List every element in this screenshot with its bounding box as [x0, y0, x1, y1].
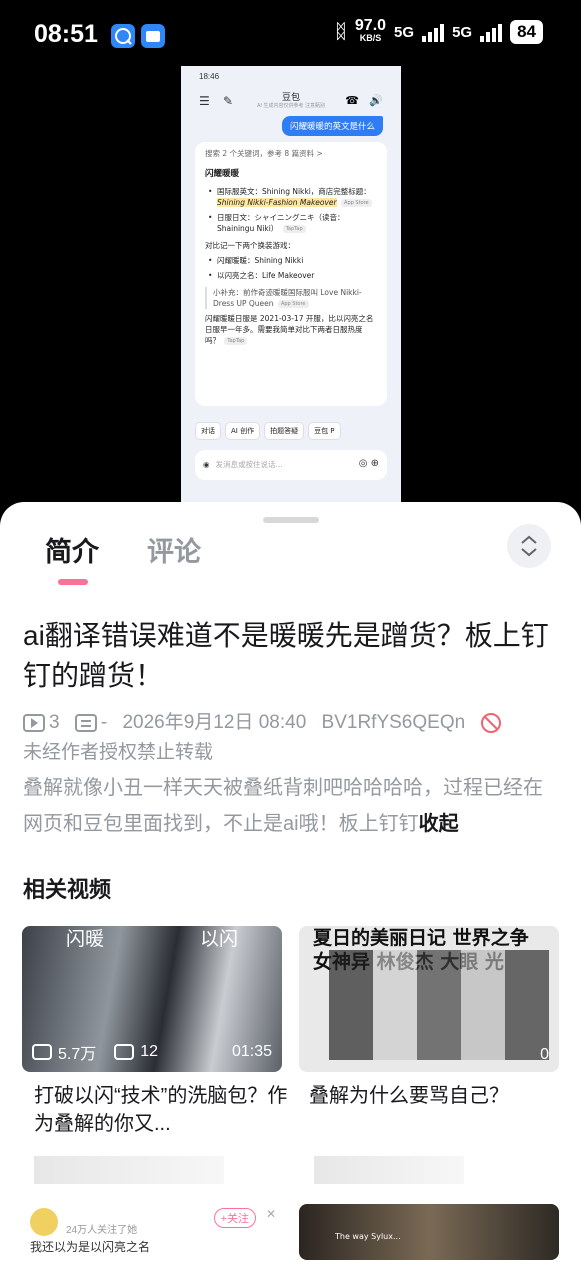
related-thumbnail[interactable]: 24万人关注了她 +关注 ✕ 我还以为是以闪亮之名	[22, 1204, 284, 1260]
sim1-label: 5G	[394, 23, 415, 41]
tail-text: 闪耀暖暖日服是 2021-03-17 开服，比以闪亮之名日服早一年多。需要我简单…	[205, 314, 374, 345]
related-heading: 相关视频	[23, 877, 112, 902]
phone-icon: ☎	[345, 94, 359, 107]
thumbnail-caption: The way Sylux...	[335, 1232, 401, 1241]
related-title[interactable]: 打破以闪“技术”的洗脑包？作为叠解的你又...	[34, 1082, 289, 1138]
followers-count: 24万人关注了她	[66, 1225, 138, 1236]
danmaku-icon	[74, 714, 97, 732]
tab-comments[interactable]: 评论	[147, 530, 201, 569]
play-count: 3	[23, 708, 60, 738]
related-thumbnail[interactable]: 夏日的美丽日记 世界之争 女神异 林俊杰 大眼 光 0	[299, 926, 559, 1072]
danmaku-icon	[114, 1044, 135, 1060]
note: 小补充：前作奇迹暖暖国际服叫 Love Nikki-Dress UP Queen…	[205, 287, 377, 309]
related-title[interactable]: 叠解为什么要骂自己？	[309, 1082, 564, 1110]
tab-indicator	[58, 579, 88, 585]
comment-text: 我还以为是以闪亮之名	[30, 1240, 151, 1254]
search-summary: 搜索 2 个关键词，参考 8 篇资料 >	[205, 149, 323, 158]
user-message: 闪耀暖暖的英文是什么	[281, 116, 383, 136]
signal-icon	[422, 22, 445, 42]
chat-header: ☰ ✎ 豆包 AI 生成内容仅供参考 注意甄别 ☎ 🔊	[181, 86, 401, 118]
copyright-notice: 未经作者授权禁止转载	[23, 742, 214, 764]
status-icons: ᛥ 97.0 KB/S 5G 5G 84	[334, 17, 543, 44]
network-speed: 97.0 KB/S	[354, 17, 387, 44]
video-player[interactable]: 18:46 ☰ ✎ 豆包 AI 生成内容仅供参考 注意甄别 ☎ 🔊 闪耀暖暖的英…	[181, 66, 401, 502]
thumbnail-stats: 5.7万 12 01:35	[32, 1040, 272, 1064]
answer-heading: 闪耀暖暖	[205, 169, 240, 179]
close-icon[interactable]: ✕	[266, 1207, 276, 1221]
clock: 08:51	[34, 20, 98, 48]
tool-chip: AI 创作	[225, 422, 261, 440]
answer-bullet: 日服日文：シャイニングニキ（读音：Shainingu Niki） TapTap	[205, 212, 377, 234]
status-bar: 08:51 ᛥ 97.0 KB/S 5G 5G 84	[0, 0, 581, 70]
compare-text: 对比记一下两个换装游戏：	[205, 241, 295, 250]
related-thumbnail[interactable]: The way Sylux...	[299, 1204, 559, 1260]
sim2-label: 5G	[452, 23, 473, 41]
expand-collapse-button[interactable]	[507, 524, 551, 568]
app-notification-icon	[141, 24, 165, 48]
video-meta: 3 - 2026年9月12日 08:40 BV1RfYS6QEQn 未经作者授权…	[23, 708, 563, 768]
blurred-uploader	[314, 1156, 464, 1184]
play-icon	[32, 1044, 52, 1060]
plus-icon: ◎ ⊕	[358, 458, 379, 469]
danmaku-count: -	[74, 708, 107, 738]
thumbnail-stats: 0	[309, 1046, 549, 1064]
compare-item: 闪耀暖暖：Shining Nikki	[205, 255, 377, 266]
bvid[interactable]: BV1RfYS6QEQn	[322, 708, 466, 738]
video-description: 叠解就像小丑一样天天被叠纸背刺吧哈哈哈哈，过程已经在网页和豆包里面找到，不止是a…	[23, 777, 543, 835]
duration: 01:35	[231, 1043, 272, 1060]
answer-card: 搜索 2 个关键词，参考 8 篇资料 > 闪耀暖暖 国际服英文：Shining …	[195, 142, 387, 406]
chat-toolbar: 对话 AI 创作 拍题答疑 豆包 P	[195, 422, 401, 440]
signal-icon	[480, 22, 503, 42]
chat-input: ◉ 发消息或按住说话... ◎ ⊕	[195, 450, 387, 480]
tab-intro[interactable]: 简介	[45, 530, 99, 569]
battery-indicator: 84	[510, 20, 543, 44]
follow-button[interactable]: +关注	[213, 1208, 256, 1228]
thumbnail-caption: 闪暖	[66, 929, 105, 950]
video-title: ai翻译错误难道不是暖暖先是蹭货？板上钉钉的蹭货！	[23, 620, 549, 691]
mosaic-overlay	[329, 950, 549, 1060]
answer-bullet: 国际服英文：Shining Nikki，商店完整标题：Shining Nikki…	[205, 186, 377, 208]
duration: 0	[540, 1046, 549, 1063]
collapse-link[interactable]: 收起	[419, 813, 459, 835]
publish-date: 2026年9月12日 08:40	[122, 712, 307, 733]
compare-item: 以闪亮之名：Life Makeover	[205, 270, 377, 281]
app-notification-icon	[111, 24, 135, 48]
related-thumbnail[interactable]: 闪暖 以闪 5.7万 12 01:35	[22, 926, 282, 1072]
avatar	[30, 1208, 58, 1236]
chevron-up-down-icon	[521, 535, 537, 557]
tool-chip: 对话	[195, 422, 221, 440]
speaker-icon: 🔊	[369, 94, 383, 107]
thumbnail-caption: 以闪	[200, 929, 239, 950]
camera-icon: ◉	[203, 460, 210, 469]
tool-chip: 豆包 P	[308, 422, 341, 440]
drag-handle[interactable]	[263, 517, 319, 523]
embedded-status-time: 18:46	[199, 72, 220, 81]
detail-sheet: 简介 评论 ai翻译错误难道不是暖暖先是蹭货？板上钉钉的蹭货！ 3 - 2026…	[0, 502, 581, 1280]
bluetooth-icon: ᛥ	[334, 20, 347, 43]
play-icon	[23, 714, 45, 732]
tool-chip: 拍题答疑	[264, 422, 305, 440]
no-reprint-icon	[481, 713, 502, 733]
blurred-uploader	[34, 1156, 224, 1184]
chat-subtitle: AI 生成内容仅供参考 注意甄别	[256, 103, 326, 109]
